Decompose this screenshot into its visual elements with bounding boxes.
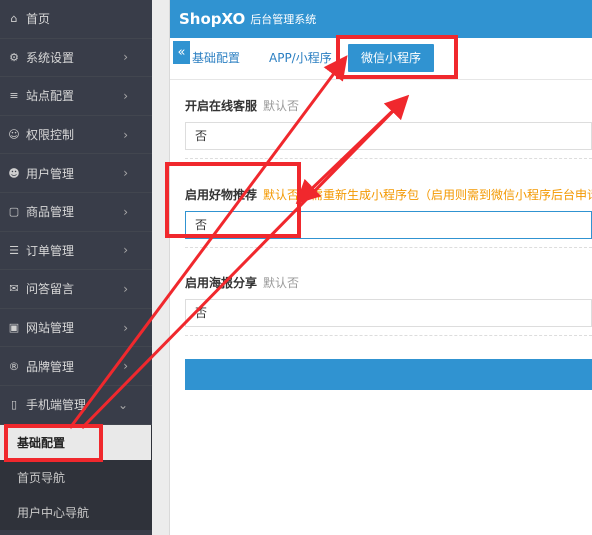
sidebar-item[interactable]: ✉ 问答留言 › (0, 270, 152, 309)
field-online-service: 开启在线客服 默认否 否 (185, 97, 592, 150)
sidebar-item[interactable]: ® 品牌管理 › (0, 347, 152, 386)
chevron-right-icon: › (123, 50, 128, 65)
field-hint-warning: 默认否，需重新生成小程序包（启用则需到微信小程序后台申请 (263, 188, 592, 202)
annotation-box-tab (336, 35, 458, 79)
sidebar-item-label: 商品管理 (26, 205, 75, 220)
divider (185, 247, 592, 248)
divider (185, 335, 592, 336)
users-icon: ☻ (8, 166, 20, 180)
sidebar-item[interactable]: ☰ 订单管理 › (0, 232, 152, 271)
goods-icon: ▢ (8, 205, 20, 219)
top-header: ShopXO 后台管理系统 (170, 0, 592, 38)
sidebar-item[interactable]: ≡ 站点配置 › (0, 77, 152, 116)
user-lock-icon: ☺ (8, 128, 20, 142)
sidebar-item-label: 手机端管理 (26, 398, 87, 413)
online-service-select[interactable]: 否 (185, 122, 592, 150)
sidebar-item-label: 订单管理 (26, 243, 75, 258)
field-label: 启用海报分享 (185, 276, 258, 290)
sidebar-item[interactable]: ☺ 权限控制 › (0, 116, 152, 155)
submenu-item[interactable]: 首页导航 (0, 460, 152, 495)
chevron-down-icon: ⌄ (117, 397, 128, 412)
sidebar-item-label: 品牌管理 (26, 359, 75, 374)
sidebar-item-label: 首页 (26, 12, 51, 27)
gear-icon: ⚙ (9, 50, 19, 64)
chevron-right-icon: › (123, 359, 128, 374)
poster-share-select[interactable]: 否 (185, 299, 592, 327)
field-poster-share: 启用海报分享 默认否 否 (185, 274, 592, 327)
chevron-right-icon: › (123, 243, 128, 258)
annotation-box-field (165, 162, 301, 238)
tab-basic-config[interactable]: 基础配置 (186, 44, 246, 72)
sidebar-item[interactable]: ▯ 手机端管理 ⌄ (0, 386, 152, 425)
sidebar-item[interactable]: ⌂ 首页 (0, 0, 152, 39)
chevron-right-icon: › (123, 320, 128, 335)
sidebar-item-label: 问答留言 (26, 282, 75, 297)
field-hint: 默认否 (263, 99, 300, 113)
mobile-icon: ▯ (10, 398, 18, 412)
sidebar-item-label: 用户管理 (26, 166, 75, 181)
chevron-right-icon: › (123, 204, 128, 219)
message-icon: ✉ (9, 282, 19, 296)
sidebar-item[interactable]: ▣ 网站管理 › (0, 309, 152, 348)
chevron-right-icon: › (123, 281, 128, 296)
order-icon: ☰ (9, 243, 19, 257)
sidebar-item-label: 系统设置 (26, 50, 75, 65)
brand-subtitle: 后台管理系统 (250, 13, 317, 26)
annotation-box-menu (4, 424, 103, 462)
chevron-right-icon: › (123, 127, 128, 142)
sidebar-item[interactable]: ☻ 用户管理 › (0, 154, 152, 193)
sidebar-item-label: 网站管理 (26, 321, 75, 336)
submenu-item[interactable]: 用户中心导航 (0, 495, 152, 530)
sidebar-item-label: 站点配置 (26, 89, 75, 104)
sliders-icon: ≡ (9, 89, 19, 103)
tab-app-miniprogram[interactable]: APP/小程序 (263, 44, 338, 72)
brand-logo: ShopXO (179, 10, 246, 28)
field-label: 开启在线客服 (185, 99, 258, 113)
sidebar-item[interactable]: ▢ 商品管理 › (0, 193, 152, 232)
chevron-right-icon: › (123, 88, 128, 103)
sidebar-item[interactable]: ⚙ 系统设置 › (0, 39, 152, 78)
website-icon: ▣ (8, 321, 20, 335)
sidebar-item-label: 权限控制 (26, 128, 75, 143)
save-button[interactable] (185, 359, 592, 390)
sidebar-divider (152, 0, 170, 535)
divider (185, 158, 592, 159)
home-icon: ⌂ (10, 12, 18, 26)
field-hint: 默认否 (263, 276, 300, 290)
brand-icon: ® (8, 359, 20, 373)
chevron-right-icon: › (123, 166, 128, 181)
